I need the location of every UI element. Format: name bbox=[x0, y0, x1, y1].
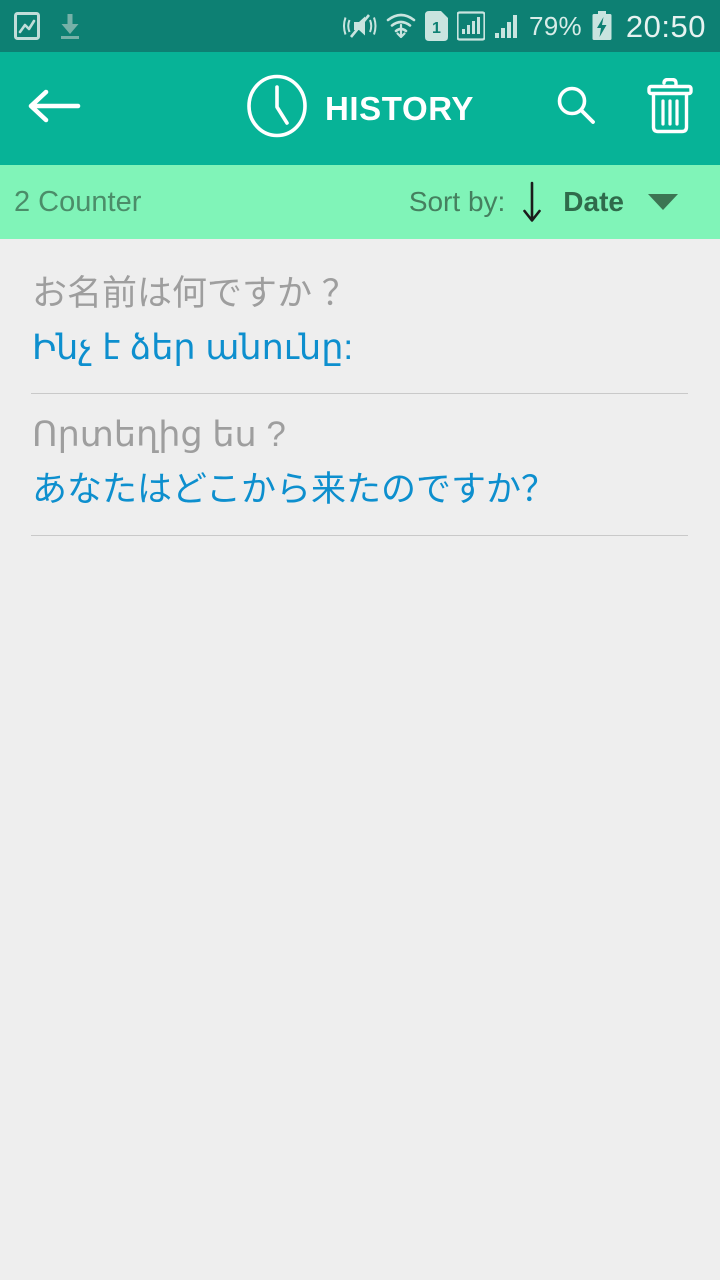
list-item[interactable]: お名前は何ですか ？ Ինչ է ձեր անունը: bbox=[0, 253, 720, 371]
battery-percent-label: 79% bbox=[528, 11, 582, 41]
wifi-icon bbox=[386, 11, 416, 41]
history-list: お名前は何ですか ？ Ինչ է ձեր անունը: Որտեղից ես … bbox=[0, 239, 720, 1280]
chevron-down-icon bbox=[648, 194, 678, 210]
sort-dropdown-button[interactable] bbox=[624, 194, 702, 210]
status-bar-clock: 20:50 bbox=[625, 8, 706, 44]
back-button[interactable] bbox=[26, 81, 82, 137]
signal-1-icon bbox=[456, 11, 485, 41]
status-bar-right-icons: 1 79% 20:50 bbox=[342, 8, 706, 44]
download-icon bbox=[58, 12, 82, 40]
list-item[interactable]: Որտեղից ես ? あなたはどこから来たのですか？ bbox=[0, 394, 720, 512]
page-title: HISTORY bbox=[324, 90, 475, 127]
svg-text:1: 1 bbox=[432, 20, 441, 37]
history-target-text: あなたはどこから来たのですか？ bbox=[32, 469, 556, 509]
battery-charging-icon bbox=[591, 11, 613, 41]
signal-2-icon bbox=[494, 11, 520, 41]
sort-value-label: Date bbox=[563, 186, 624, 217]
status-bar-left-icons bbox=[14, 12, 82, 40]
counter-label: 2 Counter bbox=[14, 185, 142, 218]
status-bar: 1 79% 20:50 bbox=[0, 0, 720, 52]
app-bar-actions bbox=[550, 77, 696, 139]
delete-button[interactable] bbox=[644, 77, 696, 139]
clock-icon bbox=[246, 74, 308, 143]
app-bar: HISTORY bbox=[0, 52, 720, 165]
trash-icon bbox=[645, 77, 695, 139]
history-source-text: お名前は何ですか ？ bbox=[32, 274, 357, 313]
search-icon bbox=[553, 83, 599, 134]
sort-control[interactable]: Sort by: Date bbox=[409, 179, 624, 225]
sim-1-icon: 1 bbox=[424, 11, 448, 41]
history-target-text: Ինչ է ձեր անունը: bbox=[32, 328, 354, 368]
back-arrow-icon bbox=[26, 86, 82, 131]
list-divider bbox=[31, 534, 688, 536]
search-button[interactable] bbox=[550, 81, 602, 137]
vibrate-mute-icon bbox=[342, 11, 377, 41]
sort-bar: 2 Counter Sort by: Date bbox=[0, 165, 720, 239]
app-screen: 1 79% 20:50 HISTORY 2 Counter Sort by: D… bbox=[0, 0, 720, 1280]
screenshot-icon bbox=[14, 12, 40, 40]
sort-descending-arrow-icon[interactable] bbox=[519, 179, 545, 225]
sort-by-label: Sort by: bbox=[408, 186, 506, 217]
history-source-text: Որտեղից ես ? bbox=[32, 415, 286, 455]
